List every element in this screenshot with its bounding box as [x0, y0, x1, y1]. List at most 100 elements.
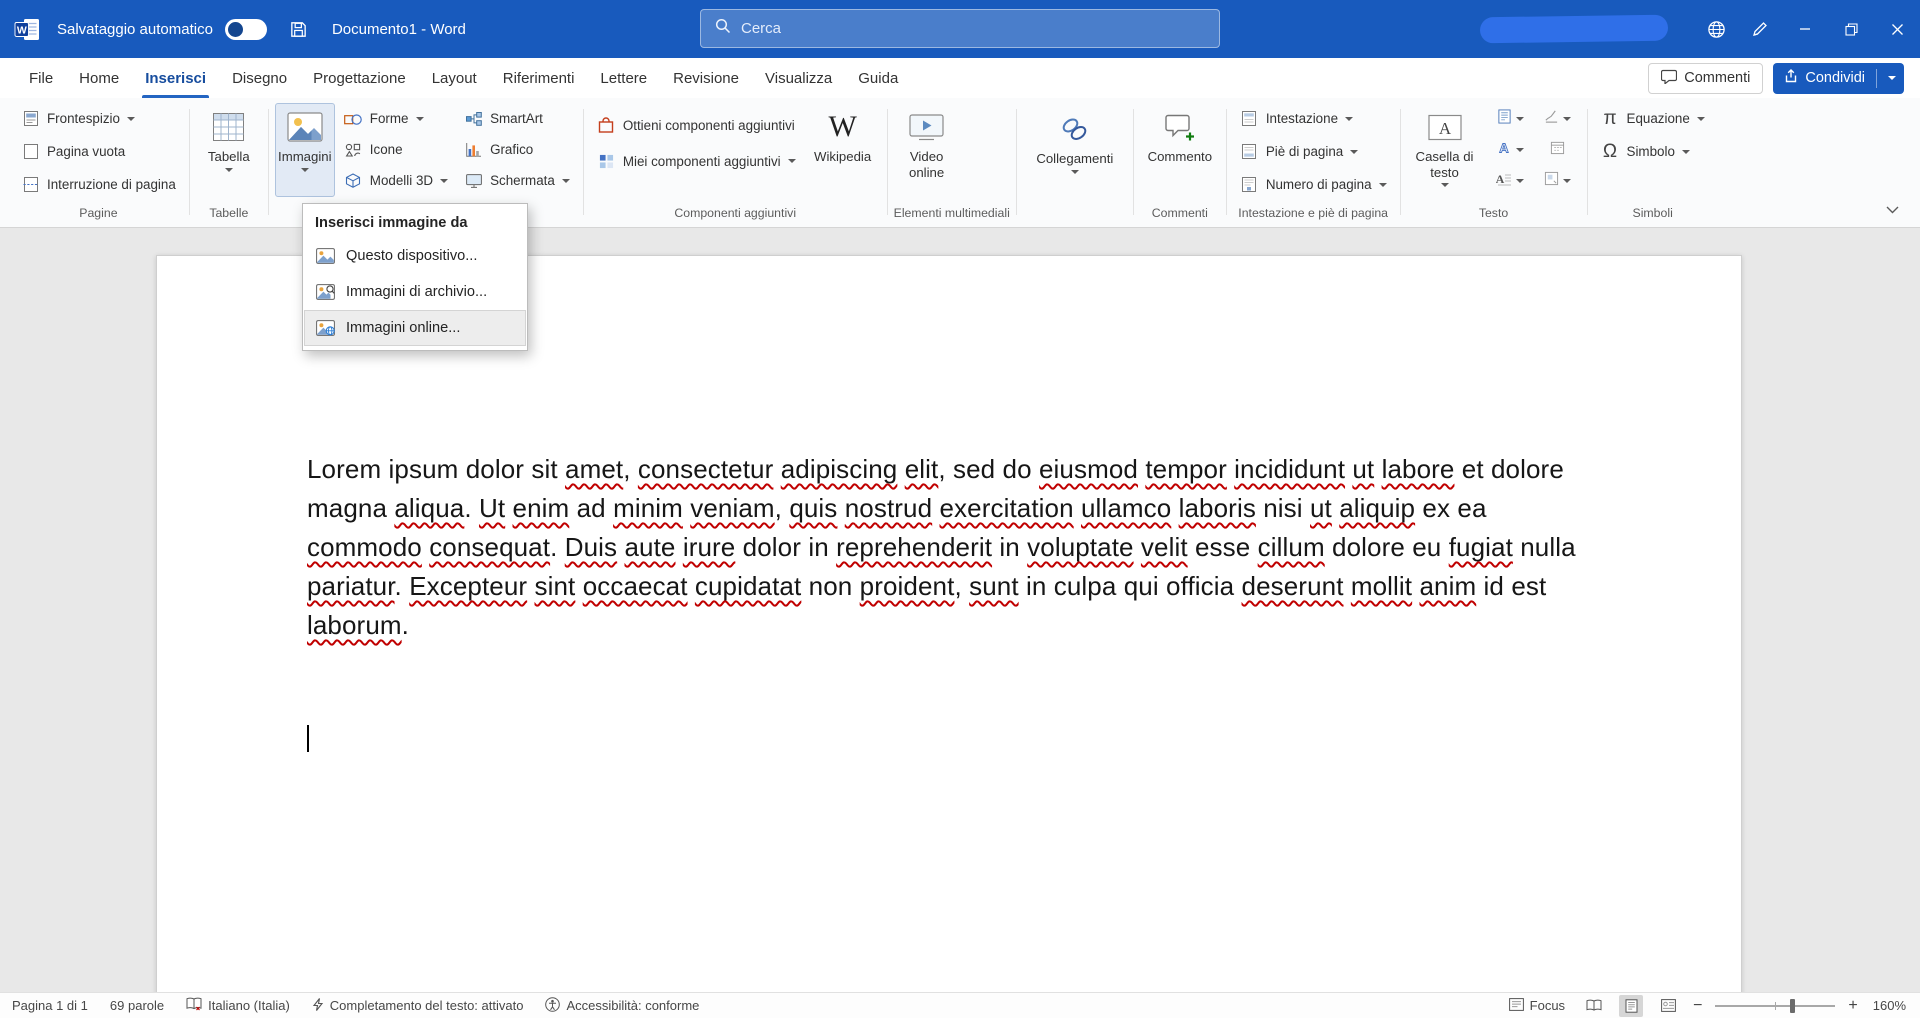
casella-di-testo-button[interactable]: A Casella di testo [1407, 103, 1483, 197]
modelli-3d-button[interactable]: Modelli 3D [337, 165, 455, 196]
frontespizio-button[interactable]: Frontespizio [14, 103, 142, 134]
intestazione-button[interactable]: Intestazione [1233, 103, 1360, 134]
tab-revisione[interactable]: Revisione [660, 58, 752, 98]
comment-icon [1661, 69, 1677, 88]
accessibility-icon [545, 997, 560, 1015]
simbolo-button[interactable]: Ω Simbolo [1594, 136, 1697, 167]
data-e-ora-button[interactable] [1534, 134, 1581, 165]
tab-home[interactable]: Home [66, 58, 132, 98]
tab-inserisci[interactable]: Inserisci [132, 58, 219, 98]
menu-item-immagini-di-archivio[interactable]: Immagini di archivio... [304, 274, 526, 310]
zoom-out-button[interactable]: − [1693, 998, 1702, 1014]
commento-button[interactable]: Commento [1140, 103, 1220, 197]
tab-file[interactable]: File [16, 58, 66, 98]
read-mode-button[interactable] [1582, 995, 1606, 1017]
restore-button[interactable] [1828, 0, 1874, 58]
document-page[interactable]: Lorem ipsum dolor sit amet, consectetur … [156, 255, 1742, 992]
pen-icon[interactable] [1738, 0, 1782, 58]
toggle-knob [228, 22, 243, 37]
comments-button[interactable]: Commenti [1648, 63, 1763, 94]
tabella-button[interactable]: Tabella [196, 103, 262, 197]
chevron-down-icon[interactable] [1888, 76, 1896, 80]
zoom-slider[interactable] [1715, 1005, 1835, 1007]
tab-visualizza[interactable]: Visualizza [752, 58, 845, 98]
tab-lettere[interactable]: Lettere [587, 58, 660, 98]
search-box[interactable] [700, 9, 1220, 48]
textbox-icon: A [1428, 110, 1462, 144]
ottieni-componenti-button[interactable]: Ottieni componenti aggiuntivi [590, 107, 803, 143]
chevron-down-icon [301, 168, 309, 172]
share-split-divider [1876, 69, 1877, 88]
capolettera-button[interactable]: A [1487, 165, 1534, 196]
collegamenti-button[interactable]: Collegamenti [1023, 105, 1127, 199]
web-layout-button[interactable] [1656, 995, 1680, 1017]
menu-item-questo-dispositivo[interactable]: Questo dispositivo... [304, 238, 526, 274]
footer-icon [1240, 144, 1259, 159]
schermata-button[interactable]: Schermata [457, 165, 577, 196]
document-title[interactable]: Documento1 - Word [332, 21, 466, 38]
wordart-icon: A [1496, 140, 1512, 160]
ribbon-group-pagine: Frontespizio Pagina vuota Interruzione d… [10, 101, 187, 227]
proofing-status[interactable]: Italiano (Italia) [186, 997, 290, 1014]
word-logo-icon[interactable]: W [14, 17, 41, 42]
forme-button[interactable]: Forme [337, 103, 455, 134]
zoom-in-button[interactable]: + [1848, 998, 1857, 1014]
menu-item-label: Immagini online... [346, 320, 460, 336]
tab-progettazione[interactable]: Progettazione [300, 58, 419, 98]
collegamenti-label: Collegamenti [1036, 151, 1113, 167]
chevron-down-icon [788, 159, 796, 163]
pagina-vuota-button[interactable]: Pagina vuota [14, 136, 132, 167]
menu-item-immagini-online[interactable]: Immagini online... [304, 310, 526, 346]
page-count[interactable]: Pagina 1 di 1 [12, 998, 88, 1013]
icone-button[interactable]: Icone [337, 134, 455, 165]
search-input[interactable] [741, 20, 1205, 37]
equazione-button[interactable]: π Equazione [1594, 103, 1712, 134]
cube-3d-icon [344, 173, 363, 188]
focus-mode-button[interactable]: Focus [1509, 998, 1565, 1014]
autosave-toggle[interactable] [225, 19, 267, 40]
globe-icon[interactable] [1694, 0, 1738, 58]
numero-di-pagina-button[interactable]: Numero di pagina [1233, 169, 1394, 200]
zoom-slider-thumb[interactable] [1790, 999, 1795, 1013]
oggetto-button[interactable] [1534, 165, 1581, 196]
pie-di-pagina-button[interactable]: Piè di pagina [1233, 136, 1365, 167]
chevron-down-icon [1563, 117, 1571, 121]
numero-di-pagina-label: Numero di pagina [1266, 177, 1372, 192]
interruzione-pagina-button[interactable]: Interruzione di pagina [14, 169, 183, 200]
tab-layout[interactable]: Layout [419, 58, 490, 98]
save-icon[interactable] [289, 20, 308, 39]
proofing-book-icon [186, 997, 202, 1014]
accessibility-status[interactable]: Accessibilità: conforme [545, 997, 699, 1015]
parti-rapide-button[interactable] [1487, 103, 1534, 134]
insert-picture-menu: Inserisci immagine da Questo dispositivo… [302, 203, 528, 351]
wikipedia-button[interactable]: W Wikipedia [805, 103, 881, 197]
simbolo-label: Simbolo [1627, 144, 1675, 159]
collapse-ribbon-button[interactable] [1878, 199, 1906, 221]
text-predictions-status[interactable]: Completamento del testo: attivato [312, 998, 524, 1014]
smartart-button[interactable]: SmartArt [457, 103, 577, 134]
close-button[interactable] [1874, 0, 1920, 58]
grafico-button[interactable]: Grafico [457, 134, 577, 165]
group-separator [583, 109, 584, 215]
immagini-button[interactable]: Immagini [275, 103, 335, 197]
word-count[interactable]: 69 parole [110, 998, 164, 1013]
miei-componenti-button[interactable]: Miei componenti aggiuntivi [590, 143, 803, 179]
tab-riferimenti[interactable]: Riferimenti [490, 58, 588, 98]
ribbon-group-commenti: Commento Commenti [1136, 101, 1224, 227]
quick-parts-icon [1497, 109, 1512, 129]
tab-disegno[interactable]: Disegno [219, 58, 300, 98]
share-button[interactable]: Condividi [1773, 63, 1904, 94]
tab-guida[interactable]: Guida [845, 58, 911, 98]
print-layout-button[interactable] [1619, 995, 1643, 1017]
firma-button[interactable] [1534, 103, 1581, 134]
group-label-tabelle: Tabelle [192, 203, 266, 227]
wordart-button[interactable]: A [1487, 134, 1534, 165]
minimize-button[interactable] [1782, 0, 1828, 58]
addin-store-icon [597, 117, 616, 133]
video-online-button[interactable]: Video online [894, 103, 960, 197]
chevron-down-icon [1379, 183, 1387, 187]
interruzione-pagina-label: Interruzione di pagina [47, 177, 176, 192]
group-separator [1400, 109, 1401, 215]
group-separator [268, 109, 269, 215]
zoom-level[interactable]: 160% [1873, 998, 1906, 1013]
